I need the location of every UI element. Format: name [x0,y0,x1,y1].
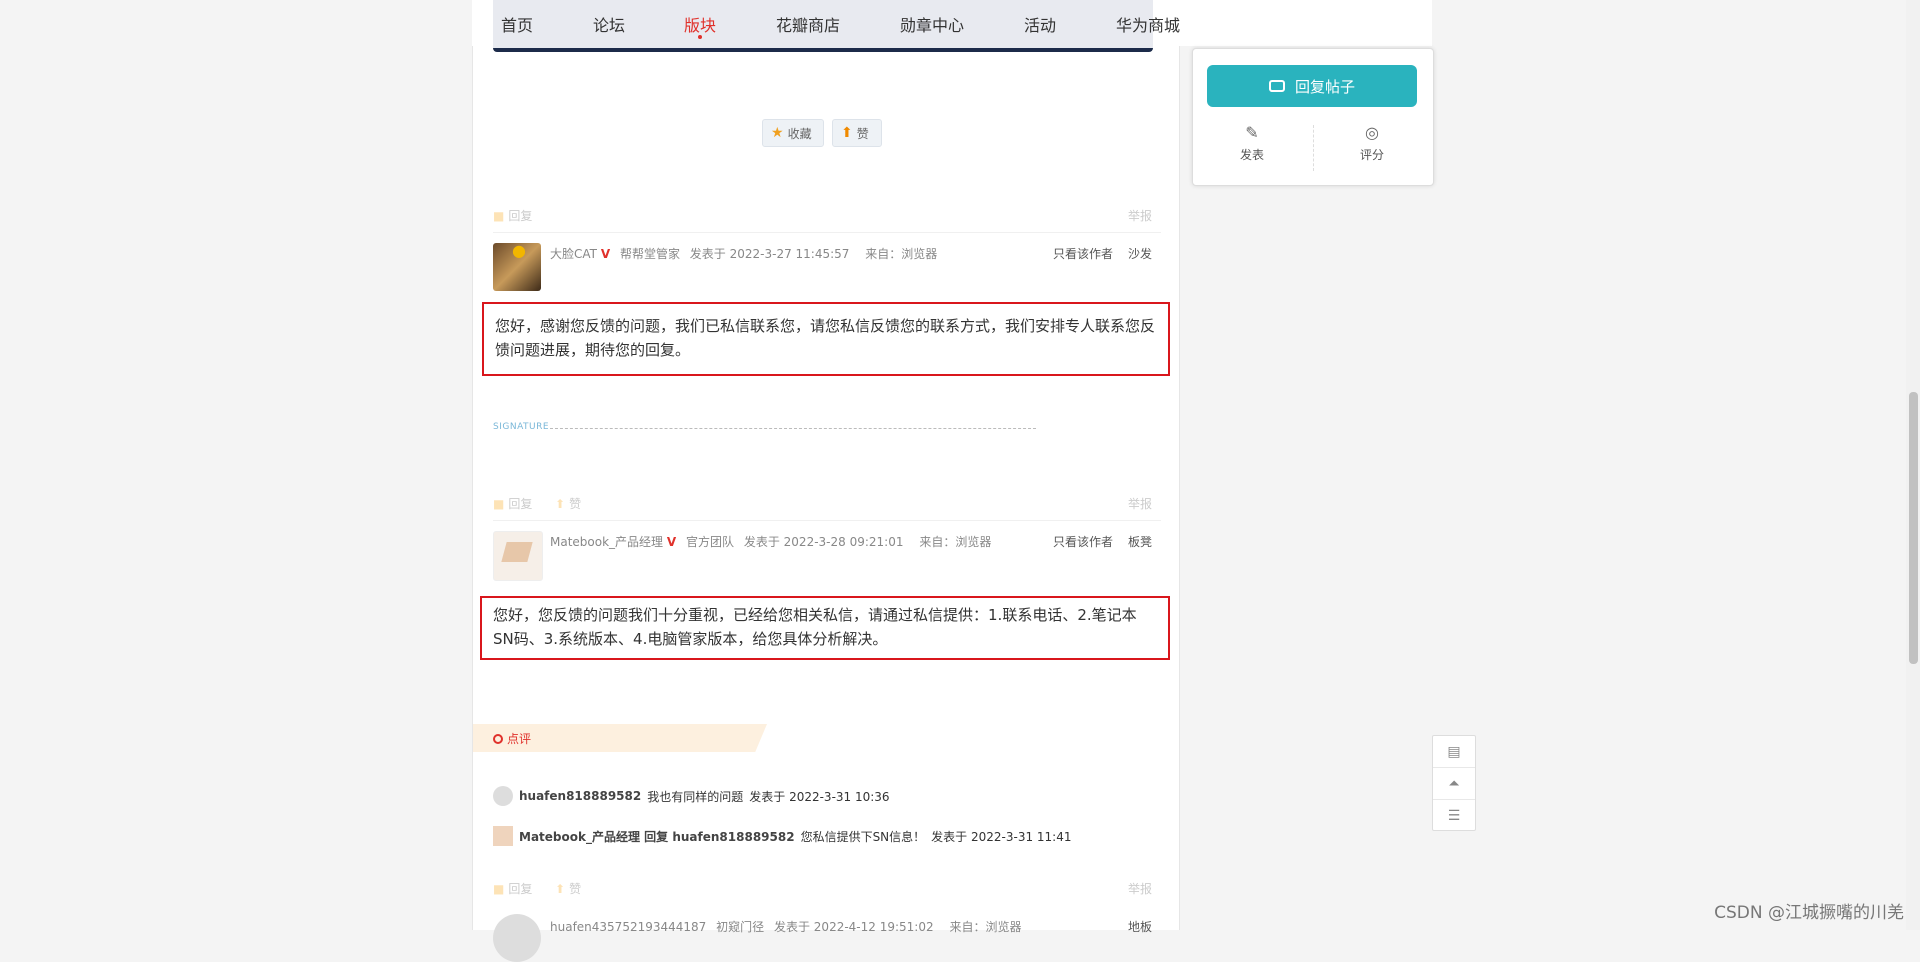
back-to-top-button[interactable]: ⏶ [1433,768,1475,800]
floating-toolbar: ▤ ⏶ ☰ [1432,735,1476,831]
comment-time: 发表于 2022-3-31 11:41 [931,829,1072,844]
post2-author[interactable]: Matebook_产品经理 [550,535,663,549]
nav-medal-center[interactable]: 勋章中心 [900,12,964,36]
star-icon: ★ [771,125,784,141]
post1-role: 帮帮堂管家 [619,247,680,261]
post1-author[interactable]: 大脸CAT [550,247,597,261]
post1-content: 您好，感谢您反馈的问题，我们已私信联系您，请您私信反馈您的联系方式，我们安排专人… [482,302,1170,376]
post1-time: 发表于 2022-3-27 11:45:57 [689,247,850,261]
user-avatar-icon [493,786,513,806]
comment-bubble-icon: ■ [493,496,505,511]
comment-time: 发表于 2022-3-31 10:36 [749,789,890,804]
nav-events[interactable]: 活动 [1024,12,1056,36]
comment-icon: ▤ [1447,743,1461,760]
post3-time: 发表于 2022-4-12 19:51:02 [773,920,934,934]
float-comment-button[interactable]: ▤ [1433,736,1475,768]
post1-meta: 大脸CAT V 帮帮堂管家 发表于 2022-3-27 11:45:57 来自：… [550,245,937,262]
thumb-up-arrow-icon: ⬆ [841,125,853,141]
post3-author[interactable]: huafen435752193444187 [550,920,706,934]
avatar-post2[interactable] [493,531,543,581]
list-button[interactable]: ☰ [1433,800,1475,831]
post3-role: 初窥门径 [716,920,765,934]
laptop-avatar-icon [493,826,513,846]
rate-button[interactable]: ◎ 评分 [1317,123,1427,163]
post2-source: 来自：浏览器 [919,535,992,549]
comments-label: 点评 [493,730,531,747]
reply-post-button[interactable]: 回复帖子 [1207,65,1417,107]
post2-like-link[interactable]: ⬆ 赞 [555,495,581,512]
post3-like-link[interactable]: ⬆ 赞 [555,880,581,897]
publish-button[interactable]: ✎ 发表 [1197,123,1307,163]
scrollbar[interactable] [1906,0,1920,930]
post3-floor[interactable]: 地板 [1128,918,1152,935]
to-top-icon: ⏶ [1448,775,1460,792]
comment-row: huafen818889582 我也有同样的问题 发表于 2022-3-31 1… [493,786,890,806]
comment-bubble-icon: ■ [493,881,505,896]
divider [493,232,1161,233]
laptop-icon [501,542,533,562]
post2-time: 发表于 2022-3-28 09:21:01 [743,535,904,549]
avatar-post1[interactable]: ● [493,241,541,291]
comment-text: 我也有同样的问题 [647,789,744,804]
post2-meta: Matebook_产品经理 V 官方团队 发表于 2022-3-28 09:21… [550,533,991,550]
nav-active-indicator [698,35,702,39]
circle-icon [493,733,503,744]
post1-source: 来自：浏览器 [865,247,938,261]
sidebar-actions-card: 回复帖子 ✎ 发表 ◎ 评分 [1192,48,1434,186]
post1-floor[interactable]: 沙发 [1128,245,1152,262]
post2-content: 您好，您反馈的问题我们十分重视，已经给您相关私信，请通过私信提供：1.联系电话、… [480,596,1170,660]
verified-v-icon: V [666,535,677,549]
post2-only-author[interactable]: 只看该作者 [1053,533,1113,550]
post1-only-author[interactable]: 只看该作者 [1053,245,1113,262]
nav-sections[interactable]: 版块 [684,12,716,36]
avatar-post3[interactable] [493,914,541,962]
comment-user[interactable]: Matebook_产品经理 回复 huafen818889582 [519,828,795,845]
divider [1313,125,1314,171]
post1-report-link[interactable]: 举报 [1128,207,1152,224]
post3-reply-link[interactable]: ■ 回复 [493,880,532,897]
edit-icon: ✎ [1245,123,1259,142]
thumb-up-arrow-icon: ⬆ [555,496,566,511]
duck-icon: ● [512,241,526,260]
signature-label: SIGNATURE [493,422,550,432]
post2-report-link[interactable]: 举报 [1128,495,1152,512]
nav-home[interactable]: 首页 [501,12,533,36]
favorite-button[interactable]: ★ 收藏 [762,119,824,147]
comment-text: 您私信提供下SN信息！ [800,829,926,844]
divider [493,520,1161,521]
comment-bubble-icon: ■ [493,208,505,223]
post2-reply-link[interactable]: ■ 回复 [493,495,532,512]
nav-petal-store[interactable]: 花瓣商店 [776,12,840,36]
nav-forum[interactable]: 论坛 [593,12,625,36]
chat-bubble-icon [1268,80,1285,92]
post1-reply-link[interactable]: ■ 回复 [493,207,532,224]
signature-divider [550,428,1036,429]
like-button[interactable]: ⬆ 赞 [832,119,882,147]
list-icon: ☰ [1447,807,1461,824]
scrollbar-thumb[interactable] [1909,392,1918,664]
thumb-up-arrow-icon: ⬆ [555,881,566,896]
post3-report-link[interactable]: 举报 [1128,880,1152,897]
comment-user[interactable]: huafen818889582 [519,789,641,803]
post2-role: 官方团队 [686,535,735,549]
post2-floor[interactable]: 板凳 [1128,533,1152,550]
award-icon: ◎ [1365,123,1379,142]
post3-meta: huafen435752193444187 初窥门径 发表于 2022-4-12… [550,918,1021,935]
comment-row: Matebook_产品经理 回复 huafen818889582 您私信提供下S… [493,826,1072,846]
watermark-text: CSDN @江城撅嘴的川羌 [1714,903,1904,923]
nav-huawei-mall[interactable]: 华为商城 [1116,12,1180,36]
post3-source: 来自：浏览器 [949,920,1022,934]
verified-v-icon: V [600,247,611,261]
